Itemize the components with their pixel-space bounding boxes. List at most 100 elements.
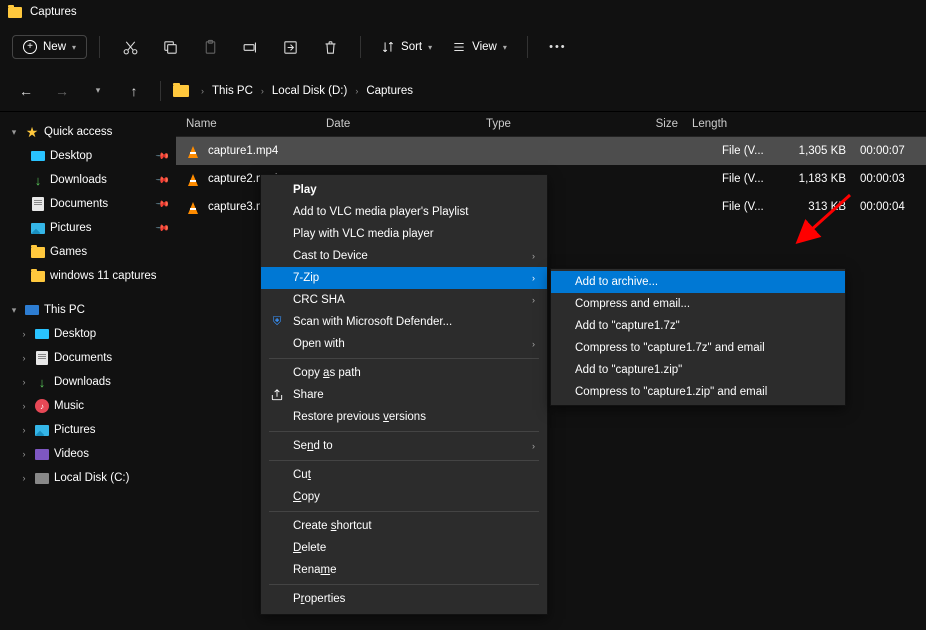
ctx-add-playlist[interactable]: Add to VLC media player's Playlist — [261, 201, 547, 223]
divider — [99, 36, 100, 58]
up-button[interactable]: ↑ — [120, 77, 148, 105]
sidebar-item-pc-music[interactable]: ›♪Music — [0, 394, 176, 418]
chevron-down-icon: ▾ — [8, 305, 20, 316]
delete-button[interactable] — [312, 32, 348, 62]
ctx-properties[interactable]: Properties — [261, 588, 547, 610]
sidebar-item-pictures[interactable]: Pictures📌 — [0, 216, 176, 240]
view-label: View — [472, 41, 497, 53]
column-size[interactable]: Size — [606, 118, 678, 130]
sidebar-this-pc[interactable]: ▾ This PC — [0, 298, 176, 322]
share-button[interactable] — [272, 32, 308, 62]
chevron-down-icon: ▾ — [72, 43, 76, 52]
ctx-play[interactable]: Play — [261, 179, 547, 201]
sub-compress-7z-email[interactable]: Compress to "capture1.7z" and email — [551, 337, 845, 359]
folder-icon — [31, 247, 45, 258]
sidebar-item-pc-documents[interactable]: ›Documents — [0, 346, 176, 370]
breadcrumb[interactable]: › This PC › Local Disk (D:) › Captures — [173, 85, 413, 97]
pin-icon: 📌 — [155, 148, 171, 164]
ctx-cut[interactable]: Cut — [261, 464, 547, 486]
divider — [527, 36, 528, 58]
ctx-send-to[interactable]: Send to› — [261, 435, 547, 457]
recent-button[interactable]: ▾ — [84, 77, 112, 105]
column-headers: Name Date Type Size Length — [176, 112, 926, 137]
ctx-open-with[interactable]: Open with› — [261, 333, 547, 355]
chevron-right-icon: › — [197, 86, 208, 96]
column-length[interactable]: Length — [678, 118, 748, 130]
paste-button[interactable] — [192, 32, 228, 62]
file-type: File (V... — [722, 145, 774, 157]
file-row[interactable]: capture1.mp4 File (V... 1,305 KB 00:00:0… — [176, 137, 926, 165]
file-size: 1,183 KB — [774, 173, 846, 185]
cut-button[interactable] — [112, 32, 148, 62]
sidebar-item-pc-disk-c[interactable]: ›Local Disk (C:) — [0, 466, 176, 490]
chevron-right-icon: › — [512, 339, 535, 349]
ctx-7zip[interactable]: 7-Zip› — [261, 267, 547, 289]
sub-compress-zip-email[interactable]: Compress to "capture1.zip" and email — [551, 381, 845, 403]
new-button[interactable]: + New ▾ — [12, 35, 87, 59]
sub-add-archive[interactable]: Add to archive... — [551, 271, 845, 293]
sidebar-item-games[interactable]: Games — [0, 240, 176, 264]
sidebar-item-pc-desktop[interactable]: ›Desktop — [0, 322, 176, 346]
context-menu: Play Add to VLC media player's Playlist … — [260, 174, 548, 615]
chevron-right-icon: › — [512, 251, 535, 261]
sub-compress-email[interactable]: Compress and email... — [551, 293, 845, 315]
breadcrumb-item[interactable]: Local Disk (D:) — [272, 85, 347, 97]
column-date[interactable]: Date — [326, 118, 486, 130]
download-icon: ↓ — [30, 172, 46, 188]
divider — [360, 36, 361, 58]
download-icon: ↓ — [34, 374, 50, 390]
sort-button[interactable]: Sort ▾ — [373, 36, 440, 58]
vlc-icon — [186, 144, 200, 158]
chevron-down-icon: ▾ — [503, 43, 507, 52]
ctx-rename[interactable]: Rename — [261, 559, 547, 581]
sidebar-item-downloads[interactable]: ↓Downloads📌 — [0, 168, 176, 192]
back-button[interactable]: ← — [12, 77, 40, 105]
chevron-right-icon: › — [257, 86, 268, 96]
chevron-right-icon: › — [18, 353, 30, 363]
column-type[interactable]: Type — [486, 118, 606, 130]
ctx-defender[interactable]: ⛨Scan with Microsoft Defender... — [261, 311, 547, 333]
file-size: 1,305 KB — [774, 145, 846, 157]
sort-icon — [381, 40, 395, 54]
ctx-crc[interactable]: CRC SHA› — [261, 289, 547, 311]
chevron-right-icon: › — [512, 273, 535, 283]
sidebar-item-pc-videos[interactable]: ›Videos — [0, 442, 176, 466]
sidebar-item-win11[interactable]: windows 11 captures — [0, 264, 176, 288]
ctx-copy-path[interactable]: Copy as path — [261, 362, 547, 384]
folder-icon — [8, 7, 22, 18]
breadcrumb-item[interactable]: Captures — [366, 85, 413, 97]
navbar: ← → ▾ ↑ › This PC › Local Disk (D:) › Ca… — [0, 70, 926, 112]
sidebar-quick-access[interactable]: ▾ ★ Quick access — [0, 120, 176, 144]
ctx-copy[interactable]: Copy — [261, 486, 547, 508]
file-type: File (V... — [722, 201, 774, 213]
chevron-right-icon: › — [18, 329, 30, 339]
ctx-cast[interactable]: Cast to Device› — [261, 245, 547, 267]
column-name[interactable]: Name — [186, 118, 326, 130]
sidebar-item-desktop[interactable]: Desktop📌 — [0, 144, 176, 168]
chevron-right-icon: › — [18, 377, 30, 387]
sidebar-item-pc-downloads[interactable]: ›↓Downloads — [0, 370, 176, 394]
view-button[interactable]: View ▾ — [444, 36, 515, 58]
more-button[interactable]: ••• — [540, 32, 576, 62]
submenu-7zip: Add to archive... Compress and email... … — [550, 268, 846, 406]
label: Quick access — [44, 126, 168, 138]
sub-add-zip[interactable]: Add to "capture1.zip" — [551, 359, 845, 381]
ctx-delete[interactable]: Delete — [261, 537, 547, 559]
chevron-right-icon: › — [512, 295, 535, 305]
pictures-icon — [31, 223, 45, 234]
separator — [269, 431, 539, 432]
breadcrumb-item[interactable]: This PC — [212, 85, 253, 97]
ctx-share[interactable]: Share — [261, 384, 547, 406]
copy-button[interactable] — [152, 32, 188, 62]
ctx-create-shortcut[interactable]: Create shortcut — [261, 515, 547, 537]
sidebar-item-pc-pictures[interactable]: ›Pictures — [0, 418, 176, 442]
rename-button[interactable] — [232, 32, 268, 62]
sidebar-item-documents[interactable]: Documents📌 — [0, 192, 176, 216]
ctx-play-vlc[interactable]: Play with VLC media player — [261, 223, 547, 245]
sub-add-7z[interactable]: Add to "capture1.7z" — [551, 315, 845, 337]
shield-icon: ⛨ — [269, 314, 285, 330]
forward-button[interactable]: → — [48, 77, 76, 105]
ctx-restore[interactable]: Restore previous versions — [261, 406, 547, 428]
vlc-icon — [186, 200, 200, 214]
chevron-down-icon: ▾ — [428, 43, 432, 52]
